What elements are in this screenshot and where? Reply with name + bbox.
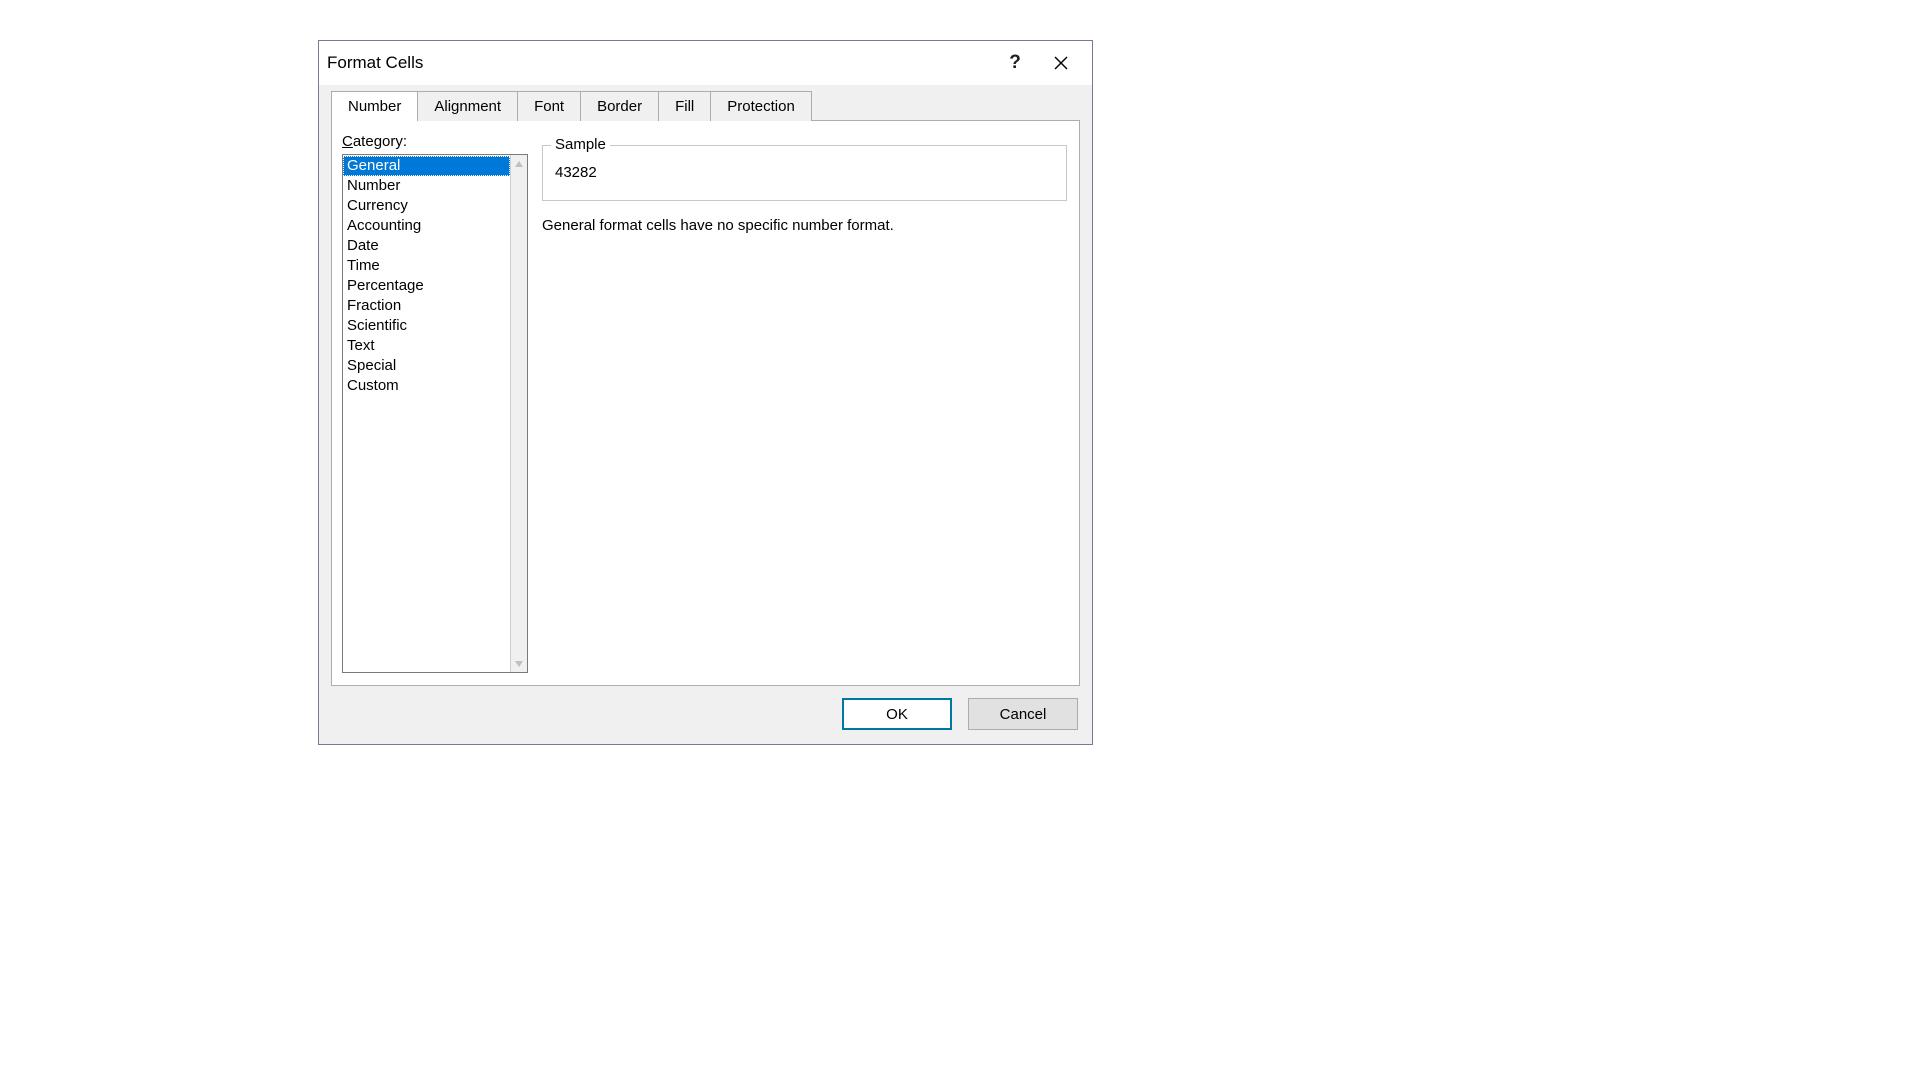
category-item-special[interactable]: Special (343, 356, 510, 376)
tab-font[interactable]: Font (517, 91, 581, 121)
titlebar: Format Cells ? (319, 41, 1092, 85)
category-listbox[interactable]: GeneralNumberCurrencyAccountingDateTimeP… (342, 154, 528, 673)
tab-number[interactable]: Number (331, 91, 418, 121)
tabs: NumberAlignmentFontBorderFillProtection (319, 91, 1092, 121)
close-icon[interactable] (1038, 41, 1084, 85)
tab-fill[interactable]: Fill (658, 91, 711, 121)
category-item-general[interactable]: General (343, 156, 510, 176)
tab-protection[interactable]: Protection (710, 91, 812, 121)
sample-box: Sample 43282 (542, 145, 1067, 201)
cancel-button[interactable]: Cancel (968, 698, 1078, 730)
tab-content-number: Category: GeneralNumberCurrencyAccountin… (331, 121, 1080, 686)
format-cells-dialog: Format Cells ? NumberAlignmentFontBorder… (318, 40, 1093, 745)
dialog-buttons: OK Cancel (319, 686, 1092, 744)
tab-alignment[interactable]: Alignment (417, 91, 518, 121)
sample-value: 43282 (555, 164, 1056, 181)
dialog-title: Format Cells (327, 53, 992, 73)
scroll-up-icon[interactable] (511, 155, 527, 172)
scroll-down-icon[interactable] (511, 655, 527, 672)
category-item-custom[interactable]: Custom (343, 376, 510, 396)
category-item-number[interactable]: Number (343, 176, 510, 196)
category-item-scientific[interactable]: Scientific (343, 316, 510, 336)
details-section: Sample 43282 General format cells have n… (542, 133, 1067, 673)
category-label: Category: (342, 133, 528, 150)
category-item-time[interactable]: Time (343, 256, 510, 276)
ok-button[interactable]: OK (842, 698, 952, 730)
listbox-scrollbar[interactable] (510, 155, 527, 672)
category-item-text[interactable]: Text (343, 336, 510, 356)
format-description: General format cells have no specific nu… (542, 217, 1067, 234)
category-item-accounting[interactable]: Accounting (343, 216, 510, 236)
help-icon[interactable]: ? (992, 41, 1038, 85)
category-item-fraction[interactable]: Fraction (343, 296, 510, 316)
category-item-date[interactable]: Date (343, 236, 510, 256)
category-item-percentage[interactable]: Percentage (343, 276, 510, 296)
category-section: Category: GeneralNumberCurrencyAccountin… (342, 133, 528, 673)
category-item-currency[interactable]: Currency (343, 196, 510, 216)
category-items: GeneralNumberCurrencyAccountingDateTimeP… (343, 155, 510, 672)
tab-border[interactable]: Border (580, 91, 659, 121)
sample-label: Sample (551, 136, 610, 153)
